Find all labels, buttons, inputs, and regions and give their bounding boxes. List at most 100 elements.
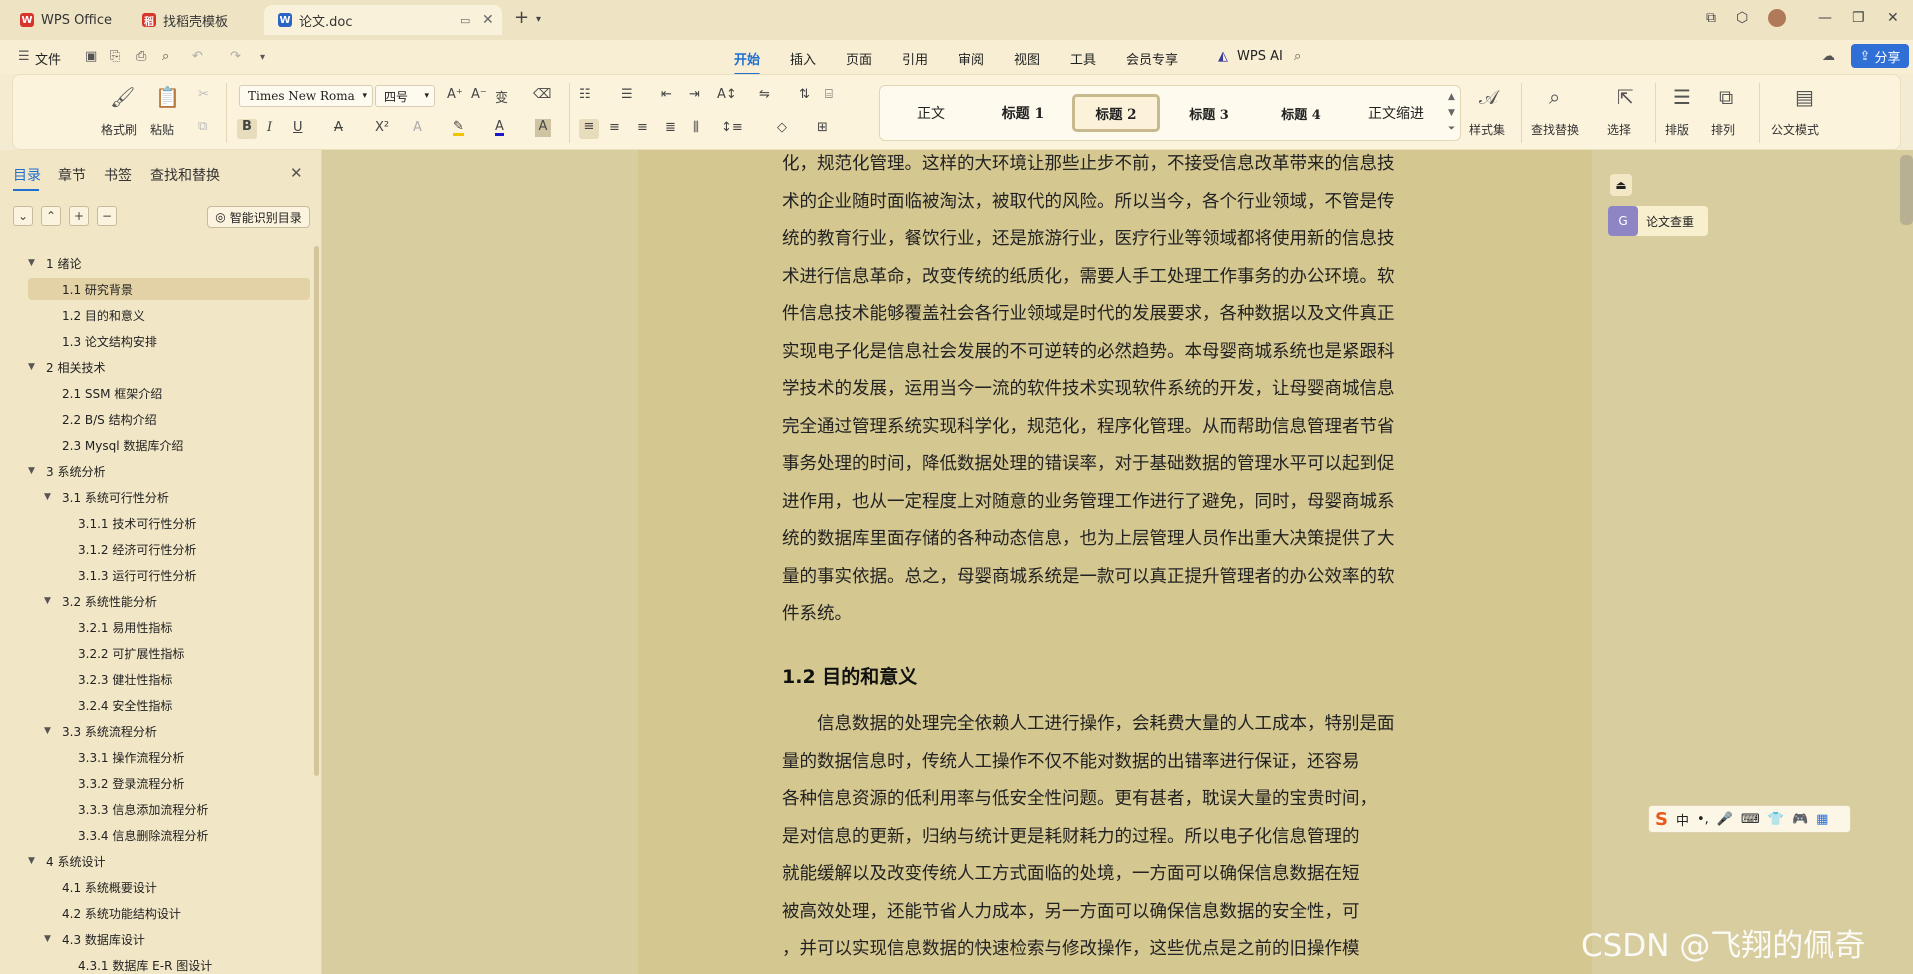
toc-item[interactable]: ▼ 4 系统设计 xyxy=(28,850,310,872)
chevron-up-icon[interactable]: ▲ xyxy=(1448,92,1455,102)
underline-icon[interactable]: U xyxy=(293,120,303,135)
menu-insert[interactable]: 插入 xyxy=(790,49,816,68)
export-pdf-icon[interactable]: ⎘ xyxy=(110,49,120,64)
toc-item[interactable]: ▼ 3.3 系统流程分析 xyxy=(28,720,310,742)
minimize-icon[interactable]: — xyxy=(1818,10,1832,26)
paragraph-icon[interactable]: ⇋ xyxy=(759,87,770,102)
align-right-icon[interactable]: ≡ xyxy=(637,120,648,135)
promote-button[interactable]: ⌃ xyxy=(41,206,61,226)
punctuation-icon[interactable]: •, xyxy=(1697,812,1709,827)
sort-icon[interactable]: ⇅ xyxy=(799,87,810,102)
collapse-ribbon-icon[interactable]: ⏏ xyxy=(1610,174,1632,196)
expand-caret-icon[interactable]: ▼ xyxy=(44,492,51,502)
style-heading-2[interactable]: 标题 2 xyxy=(1072,94,1160,132)
toc-item[interactable]: 3.2.1 易用性指标 xyxy=(28,616,310,638)
menu-wps-ai[interactable]: WPS AI xyxy=(1237,49,1283,64)
expand-caret-icon[interactable]: ▼ xyxy=(28,362,35,372)
toc-item[interactable]: ▼ 3.2 系统性能分析 xyxy=(28,590,310,612)
style-heading-3[interactable]: 标题 3 xyxy=(1166,94,1252,132)
grow-font-icon[interactable]: A⁺ xyxy=(447,87,463,102)
menu-review[interactable]: 审阅 xyxy=(958,49,984,68)
keyboard-icon[interactable]: ⌨ xyxy=(1741,812,1760,827)
nav-tab-toc[interactable]: 目录 xyxy=(13,165,41,191)
bold-icon[interactable]: B xyxy=(237,119,257,139)
chevron-down-icon[interactable]: ▾ xyxy=(260,52,265,63)
nav-tab-bookmarks[interactable]: 书签 xyxy=(104,165,132,185)
box-icon[interactable]: ⬡ xyxy=(1736,10,1748,26)
distributed-icon[interactable]: ⫼ xyxy=(693,120,699,135)
font-name-select[interactable]: Times New Roma ▾ xyxy=(239,85,373,107)
toc-item[interactable]: 3.1.3 运行可行性分析 xyxy=(28,564,310,586)
arrange-button[interactable]: 排列 xyxy=(1711,121,1735,138)
toc-item[interactable]: ▼ 1 绪论 xyxy=(28,252,310,274)
increase-indent-icon[interactable]: ⇥ xyxy=(689,87,700,102)
expand-caret-icon[interactable]: ▼ xyxy=(28,466,35,476)
tab-overview-icon[interactable]: ⧉ xyxy=(1706,10,1716,26)
toc-item[interactable]: 3.2.3 健壮性指标 xyxy=(28,668,310,690)
numbered-list-icon[interactable]: ☰ xyxy=(621,87,633,102)
toc-item[interactable]: ▼ 3.1 系统可行性分析 xyxy=(28,486,310,508)
clear-format-icon[interactable]: ⌫ xyxy=(533,87,551,102)
microphone-icon[interactable]: 🎤 xyxy=(1717,812,1733,827)
copy-icon[interactable]: ⧉ xyxy=(198,119,207,134)
chevron-down-icon[interactable]: ▾ xyxy=(536,14,541,25)
tab-window-icon[interactable]: ▭ xyxy=(460,14,470,27)
shrink-font-icon[interactable]: A⁻ xyxy=(471,87,487,102)
menu-page[interactable]: 页面 xyxy=(846,49,872,68)
font-size-select[interactable]: 四号 ▾ xyxy=(375,85,435,107)
text-direction-icon[interactable]: A↕ xyxy=(717,87,737,102)
tab-docer-templates[interactable]: 稻 找稻壳模板 xyxy=(128,5,258,35)
toc-item[interactable]: 2.3 Mysql 数据库介绍 xyxy=(28,434,310,456)
close-icon[interactable]: ✕ xyxy=(482,12,494,28)
style-normal[interactable]: 正文 xyxy=(888,94,974,132)
toc-item[interactable]: 4.3.1 数据库 E-R 图设计 xyxy=(28,954,310,974)
format-painter-button[interactable]: 格式刷 xyxy=(101,121,137,138)
layout-button[interactable]: 排版 xyxy=(1665,121,1689,138)
nav-tab-chapters[interactable]: 章节 xyxy=(58,165,86,185)
expand-gallery-icon[interactable]: ⏷ xyxy=(1448,124,1455,134)
menu-home[interactable]: 开始 xyxy=(734,49,761,76)
find-replace-button[interactable]: 查找替换 xyxy=(1531,121,1579,138)
menu-tools[interactable]: 工具 xyxy=(1070,49,1096,68)
bullet-list-icon[interactable]: ☷ xyxy=(579,87,591,102)
paste-button[interactable]: 粘贴 xyxy=(150,121,174,138)
style-set-button[interactable]: 样式集 xyxy=(1469,121,1505,138)
restore-icon[interactable]: ❐ xyxy=(1852,10,1865,26)
style-heading-1[interactable]: 标题 1 xyxy=(980,94,1066,132)
chevron-down-icon[interactable]: ▼ xyxy=(1448,108,1455,118)
expand-caret-icon[interactable]: ▼ xyxy=(28,258,35,268)
skin-icon[interactable]: 👕 xyxy=(1768,812,1784,827)
print-icon[interactable]: ⎙ xyxy=(136,49,146,64)
toc-item[interactable]: 3.3.4 信息删除流程分析 xyxy=(28,824,310,846)
save-icon[interactable]: ▣ xyxy=(85,49,97,64)
toc-item[interactable]: 4.2 系统功能结构设计 xyxy=(28,902,310,924)
new-tab-icon[interactable]: + xyxy=(514,7,529,28)
decrease-indent-icon[interactable]: ⇤ xyxy=(661,87,672,102)
char-shading-icon[interactable]: A xyxy=(535,119,551,137)
toc-item[interactable]: 3.2.4 安全性指标 xyxy=(28,694,310,716)
official-mode-button[interactable]: 公文模式 xyxy=(1771,121,1819,138)
toc-item[interactable]: 3.3.2 登录流程分析 xyxy=(28,772,310,794)
toc-item[interactable]: 3.1.1 技术可行性分析 xyxy=(28,512,310,534)
align-center-icon[interactable]: ≡ xyxy=(609,120,620,135)
tab-document[interactable]: W 论文.doc ▭ ✕ xyxy=(264,5,502,35)
style-body-indent[interactable]: 正文缩进 xyxy=(1350,94,1442,132)
line-spacing-icon[interactable]: ↕≡ xyxy=(721,120,743,135)
toc-item[interactable]: 2.1 SSM 框架介绍 xyxy=(28,382,310,404)
menu-references[interactable]: 引用 xyxy=(902,49,928,68)
menu-view[interactable]: 视图 xyxy=(1014,49,1040,68)
toc-item[interactable]: 1.1 研究背景 xyxy=(28,278,310,300)
remove-heading-button[interactable]: − xyxy=(97,206,117,226)
toc-item[interactable]: 3.3.1 操作流程分析 xyxy=(28,746,310,768)
add-heading-button[interactable]: + xyxy=(69,206,89,226)
nav-scrollbar[interactable] xyxy=(314,246,319,776)
superscript-icon[interactable]: X² xyxy=(375,120,389,135)
expand-caret-icon[interactable]: ▼ xyxy=(28,856,35,866)
redo-icon[interactable]: ↷ xyxy=(230,49,241,64)
share-button[interactable]: ⇪ 分享 xyxy=(1851,44,1909,68)
select-button[interactable]: 选择 xyxy=(1607,121,1631,138)
expand-caret-icon[interactable]: ▼ xyxy=(44,726,51,736)
smart-toc-button[interactable]: ◎ 智能识别目录 xyxy=(207,206,310,228)
toc-item[interactable]: 3.2.2 可扩展性指标 xyxy=(28,642,310,664)
toc-item[interactable]: 2.2 B/S 结构介绍 xyxy=(28,408,310,430)
